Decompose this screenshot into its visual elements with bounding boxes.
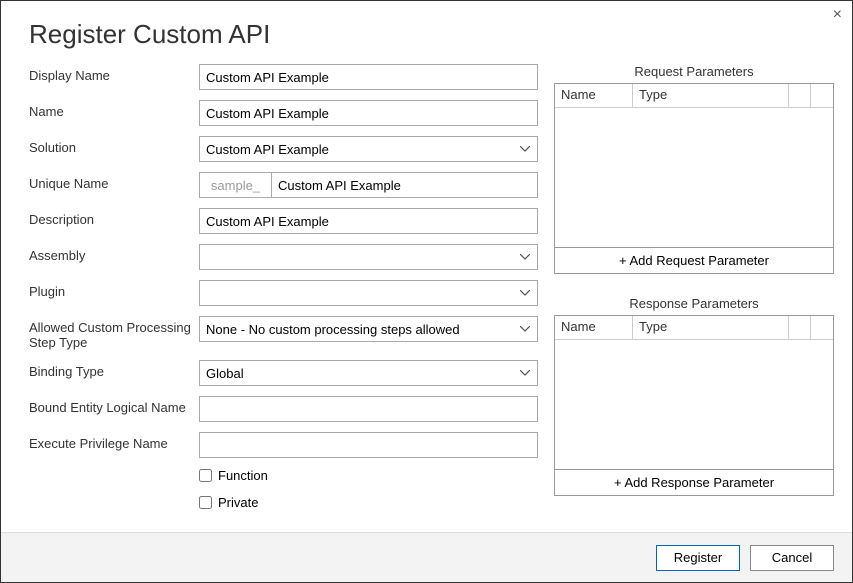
display-name-label: Display Name — [29, 64, 199, 83]
register-button[interactable]: Register — [656, 545, 740, 571]
binding-type-label: Binding Type — [29, 360, 199, 379]
request-col-name: Name — [555, 84, 633, 107]
request-col-type: Type — [633, 84, 789, 107]
response-grid-header: Name Type — [555, 316, 833, 340]
register-custom-api-dialog: × Register Custom API Display Name Name … — [0, 0, 853, 583]
response-col-action1 — [789, 316, 811, 339]
assembly-select[interactable] — [199, 244, 538, 270]
execute-privilege-label: Execute Privilege Name — [29, 432, 199, 451]
response-parameters-section: Response Parameters Name Type + Add Resp… — [554, 296, 834, 496]
response-grid-body — [555, 340, 833, 469]
dialog-footer: Register Cancel — [1, 532, 852, 582]
cancel-button[interactable]: Cancel — [750, 545, 834, 571]
request-grid-header: Name Type — [555, 84, 833, 108]
binding-type-select[interactable]: Global — [199, 360, 538, 386]
description-input[interactable] — [199, 208, 538, 234]
name-input[interactable] — [199, 100, 538, 126]
function-checkbox[interactable] — [199, 469, 212, 482]
execute-privilege-input[interactable] — [199, 432, 538, 458]
request-parameters-section: Request Parameters Name Type + Add Reque… — [554, 64, 834, 274]
request-col-action2 — [811, 84, 833, 107]
private-checkbox-label: Private — [218, 495, 258, 510]
function-checkbox-label: Function — [218, 468, 268, 483]
response-parameters-title: Response Parameters — [554, 296, 834, 311]
unique-name-label: Unique Name — [29, 172, 199, 191]
parameters-column: Request Parameters Name Type + Add Reque… — [554, 64, 834, 532]
request-parameters-title: Request Parameters — [554, 64, 834, 79]
bound-entity-input[interactable] — [199, 396, 538, 422]
form-column: Display Name Name Solution Custom API Ex… — [29, 64, 538, 532]
unique-name-input[interactable] — [271, 172, 538, 198]
response-col-type: Type — [633, 316, 789, 339]
description-label: Description — [29, 208, 199, 227]
solution-select[interactable]: Custom API Example — [199, 136, 538, 162]
private-checkbox[interactable] — [199, 496, 212, 509]
solution-label: Solution — [29, 136, 199, 155]
display-name-input[interactable] — [199, 64, 538, 90]
dialog-title: Register Custom API — [1, 1, 852, 64]
allowed-step-select[interactable]: None - No custom processing steps allowe… — [199, 316, 538, 342]
add-request-parameter-button[interactable]: + Add Request Parameter — [554, 248, 834, 274]
plugin-select[interactable] — [199, 280, 538, 306]
close-icon[interactable]: × — [833, 7, 842, 23]
add-response-parameter-button[interactable]: + Add Response Parameter — [554, 470, 834, 496]
allowed-step-label: Allowed Custom Processing Step Type — [29, 316, 199, 350]
response-col-action2 — [811, 316, 833, 339]
unique-name-prefix: sample_ — [199, 172, 271, 198]
request-grid-body — [555, 108, 833, 247]
response-col-name: Name — [555, 316, 633, 339]
dialog-body: Display Name Name Solution Custom API Ex… — [1, 64, 852, 532]
bound-entity-label: Bound Entity Logical Name — [29, 396, 199, 415]
plugin-label: Plugin — [29, 280, 199, 299]
name-label: Name — [29, 100, 199, 119]
assembly-label: Assembly — [29, 244, 199, 263]
request-col-action1 — [789, 84, 811, 107]
request-parameters-grid: Name Type — [554, 83, 834, 248]
response-parameters-grid: Name Type — [554, 315, 834, 470]
